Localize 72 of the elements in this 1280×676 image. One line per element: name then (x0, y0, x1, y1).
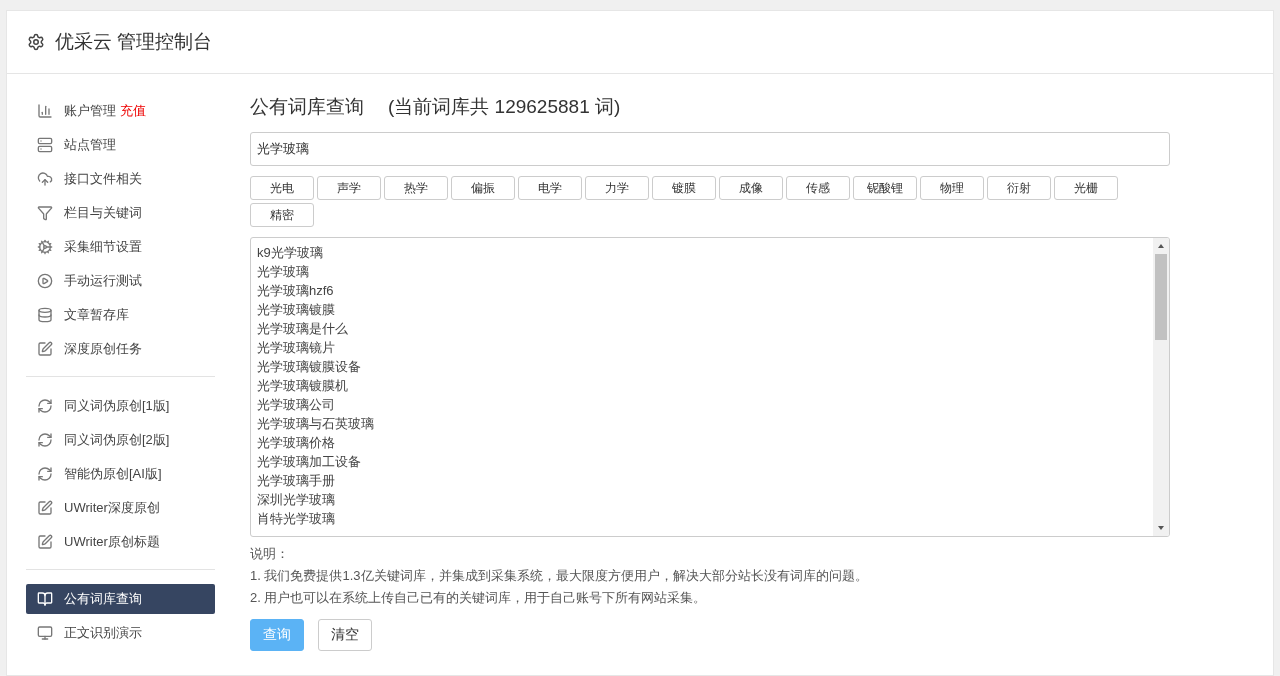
sidebar-item[interactable]: 文章暂存库 (26, 300, 215, 330)
settings-icon (27, 33, 45, 51)
clear-button[interactable]: 清空 (318, 619, 372, 651)
result-item: 光学玻璃手册 (257, 472, 336, 490)
sidebar-item[interactable]: 正文识别演示 (26, 618, 215, 648)
sidebar-item[interactable]: 接口文件相关 (26, 164, 215, 194)
play-icon (37, 273, 53, 289)
tag-button[interactable]: 镀膜 (652, 176, 716, 200)
tag-button[interactable]: 偏振 (451, 176, 515, 200)
sidebar-item[interactable]: UWriter原创标题 (26, 527, 215, 557)
word-count: (当前词库共 129625881 词) (388, 95, 621, 119)
result-item: 光学玻璃镀膜设备 (257, 358, 362, 376)
gear-icon (37, 239, 53, 255)
tag-button[interactable]: 热学 (384, 176, 448, 200)
tag-button[interactable]: 光电 (250, 176, 314, 200)
console-title: 优采云 管理控制台 (55, 30, 213, 54)
pencil-icon (37, 341, 53, 357)
scrollbar[interactable] (1153, 238, 1169, 536)
result-item: 深圳光学玻璃 (257, 491, 336, 509)
tag-button[interactable]: 成像 (719, 176, 783, 200)
page-title: 公有词库查询 (250, 95, 364, 119)
tag-button[interactable]: 声学 (317, 176, 381, 200)
sidebar-item[interactable]: UWriter深度原创 (26, 493, 215, 523)
result-item: 光学玻璃镀膜机 (257, 377, 349, 395)
database-icon (37, 307, 53, 323)
tag-button[interactable]: 衍射 (987, 176, 1051, 200)
sidebar-item[interactable]: 同义词伪原创[2版] (26, 425, 215, 455)
tag-button[interactable]: 光栅 (1054, 176, 1118, 200)
pencil-icon (37, 500, 53, 516)
result-item: 光学玻璃是什么 (257, 320, 349, 338)
result-item: k9光学玻璃 (257, 244, 324, 262)
tag-button[interactable]: 传感 (786, 176, 850, 200)
result-item: 光学玻璃与石英玻璃 (257, 415, 375, 433)
notes-heading: 说明： (250, 545, 290, 563)
cloud-upload-icon (37, 171, 53, 187)
refresh-icon (37, 432, 53, 448)
result-item: 光学玻璃加工设备 (257, 453, 362, 471)
tag-button[interactable]: 铌酸锂 (853, 176, 917, 200)
result-item: 光学玻璃hzf6 (257, 282, 335, 300)
monitor-icon (37, 625, 53, 641)
recharge-link[interactable]: 充值 (120, 102, 146, 120)
search-field[interactable]: 光学玻璃 (250, 132, 1170, 166)
sidebar-item[interactable]: 手动运行测试 (26, 266, 215, 296)
tag-button[interactable]: 电学 (518, 176, 582, 200)
note-text: 1. 我们免费提供1.3亿关键词库，并集成到采集系统，最大限度方便用户，解决大部分站长没有词库的问题。 (250, 567, 869, 585)
tag-button[interactable]: 力学 (585, 176, 649, 200)
scrollbar-thumb[interactable] (1155, 254, 1167, 340)
sidebar-item[interactable]: 采集细节设置 (26, 232, 215, 262)
tag-button[interactable]: 物理 (920, 176, 984, 200)
pencil-icon (37, 534, 53, 550)
result-item: 光学玻璃镀膜 (257, 301, 336, 319)
result-item: 光学玻璃公司 (257, 396, 336, 414)
sidebar-item[interactable]: 站点管理 (26, 130, 215, 160)
note-text: 2. 用户也可以在系统上传自己已有的关键词库，用于自己账号下所有网站采集。 (250, 589, 708, 607)
filter-icon (37, 205, 53, 221)
result-item: 光学玻璃镜片 (257, 339, 336, 357)
server-icon (37, 137, 53, 153)
sidebar-item[interactable]: 公有词库查询 (26, 584, 215, 614)
tag-button[interactable]: 精密 (250, 203, 314, 227)
results-box[interactable]: k9光学玻璃 光学玻璃 光学玻璃hzf6 光学玻璃镀膜 光学玻璃是什么 光学玻璃镜片 光学玻璃镀膜设备 光学玻璃镀膜机 光学玻璃公司 光学玻璃与石英玻璃 光学玻璃价格 光学玻璃加工设备 光学玻璃手册 深圳光学玻璃 肖特光学玻璃 (250, 237, 1170, 537)
refresh-icon (37, 466, 53, 482)
sidebar-item[interactable]: 智能伪原创[AI版] (26, 459, 215, 489)
result-item: 肖特光学玻璃 (257, 510, 336, 528)
bar-chart-icon (37, 103, 53, 119)
book-icon (37, 591, 53, 607)
sidebar-item[interactable]: 深度原创任务 (26, 334, 215, 364)
result-item: 光学玻璃价格 (257, 434, 336, 452)
sidebar-item[interactable]: 栏目与关键词 (26, 198, 215, 228)
refresh-icon (37, 398, 53, 414)
sidebar-item[interactable]: 账户管理 充值 (26, 96, 215, 126)
sidebar-item[interactable]: 同义词伪原创[1版] (26, 391, 215, 421)
result-item: 光学玻璃 (257, 263, 310, 281)
